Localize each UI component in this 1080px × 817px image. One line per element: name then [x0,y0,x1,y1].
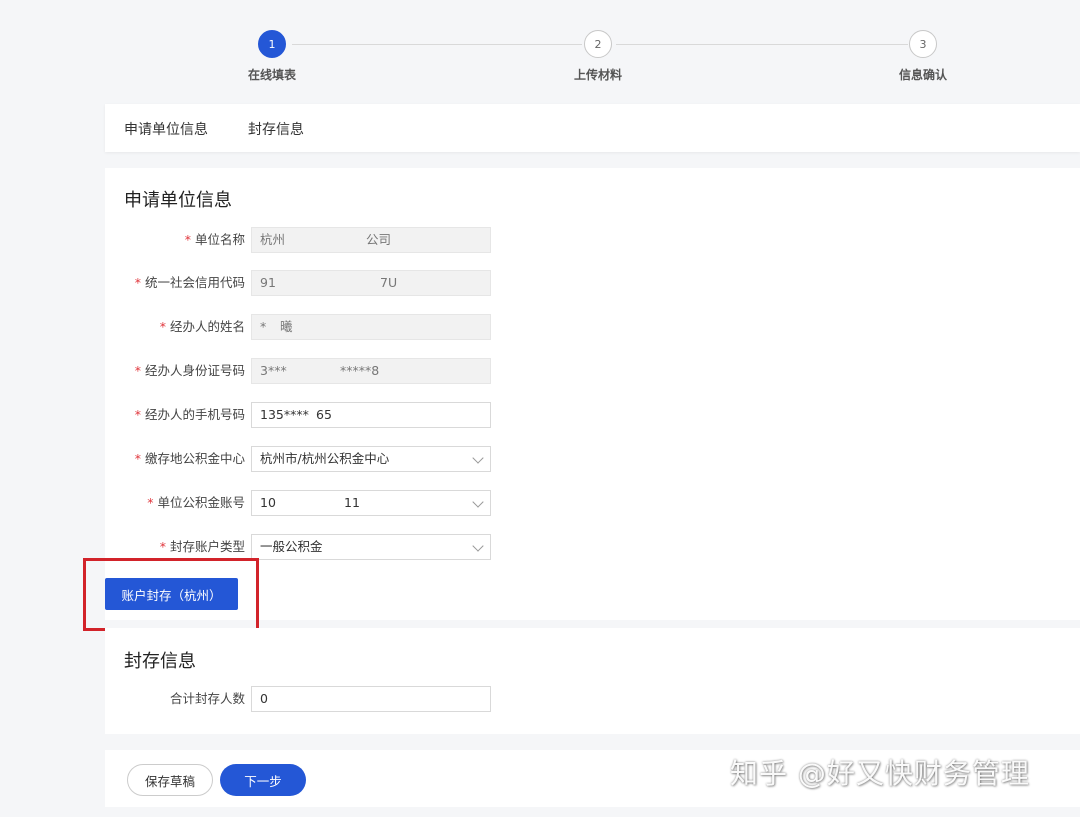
account-type-select[interactable]: 一般公积金 [251,534,491,560]
step-1-label: 在线填表 [247,68,296,82]
credit-code-label: * 统一社会信用代码 [134,275,245,290]
credit-code-field: 91 7U [251,270,491,296]
fund-center-label: * 缴存地公积金中心 [134,451,245,466]
watermark: 知乎 @好又快财务管理 [730,757,1030,790]
tab-applicant-info[interactable]: 申请单位信息 [124,119,208,139]
company-name-field: 杭州 公司 [251,227,491,253]
fund-account-label: * 单位公积金账号 [147,495,245,510]
chevron-down-icon [472,496,484,508]
fund-account-select[interactable]: 10 11 [251,490,491,516]
fund-center-row: * 缴存地公积金中心 杭州市/杭州公积金中心 [105,446,505,472]
total-count-label: 合计封存人数 [169,691,245,706]
id-number-label: * 经办人身份证号码 [134,363,245,378]
step-3-circle: 3 [909,30,937,58]
company-name-row: * 单位名称 杭州 公司 [105,227,505,253]
step-1-circle: 1 [258,30,286,58]
progress-steps: 1 在线填表 2 上传材料 3 信息确认 [0,0,1080,100]
credit-code-row: * 统一社会信用代码 91 7U [105,270,505,296]
next-step-button[interactable]: 下一步 [220,764,306,796]
save-draft-button[interactable]: 保存草稿 [127,764,213,796]
seal-info-card: 封存信息 合计封存人数 0 [105,628,1080,734]
fund-center-select[interactable]: 杭州市/杭州公积金中心 [251,446,491,472]
account-type-label: * 封存账户类型 [159,539,245,554]
handler-name-row: * 经办人的姓名 * 曦 [105,314,505,340]
step-2-circle: 2 [584,30,612,58]
handler-name-field: * 曦 [251,314,491,340]
fund-account-row: * 单位公积金账号 10 11 [105,490,505,516]
account-type-row: * 封存账户类型 一般公积金 [105,534,505,560]
phone-input[interactable]: 135**** 65 [251,402,491,428]
step-2-label: 上传材料 [573,68,622,82]
id-number-row: * 经办人身份证号码 3*** *****8 [105,358,505,384]
section-title-applicant: 申请单位信息 [124,190,232,211]
id-number-field: 3*** *****8 [251,358,491,384]
step-3-label: 信息确认 [898,68,947,82]
chevron-down-icon [472,540,484,552]
step-connector [616,44,908,45]
applicant-info-card: 申请单位信息 * 单位名称 杭州 公司 * 统一社会信用代码 91 7U * 经办人的… [105,168,1080,620]
section-title-seal: 封存信息 [124,651,196,672]
total-count-row: 合计封存人数 0 [105,686,505,712]
section-tabs: 申请单位信息 封存信息 [105,104,1080,152]
total-count-field[interactable]: 0 [251,686,491,712]
phone-label: * 经办人的手机号码 [134,407,245,422]
company-name-label: * 单位名称 [184,232,245,247]
step-connector [292,44,582,45]
highlight-annotation [83,558,259,631]
tab-seal-info[interactable]: 封存信息 [248,119,304,139]
chevron-down-icon [472,452,484,464]
handler-name-label: * 经办人的姓名 [159,319,245,334]
phone-row: * 经办人的手机号码 135**** 65 [105,402,505,428]
